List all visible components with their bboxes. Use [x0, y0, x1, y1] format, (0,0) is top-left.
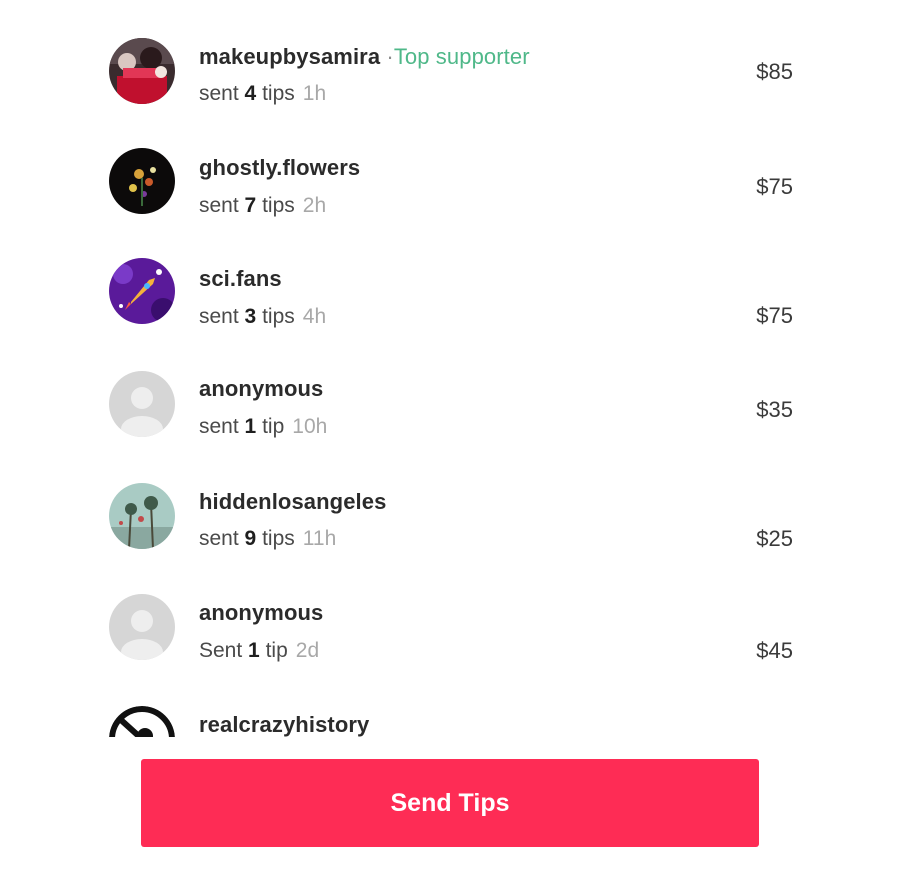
rocket-avatar[interactable] [109, 258, 175, 324]
tip-summary: sent 9 tips 11h [199, 527, 336, 551]
tip-amount: $35 [756, 397, 793, 422]
default-user-avatar[interactable] [109, 594, 175, 660]
tip-count: 7 [244, 194, 257, 217]
makeup-photo-avatar[interactable] [109, 38, 175, 104]
send-tips-button[interactable]: Send Tips [141, 759, 759, 847]
sent-label: sent [199, 527, 239, 550]
sent-label: sent [199, 194, 239, 217]
tip-summary: Sent 1 tip 2d [199, 639, 319, 663]
tip-summary: sent 3 tips 4h [199, 305, 326, 329]
tip-word: tip [265, 639, 288, 662]
tip-count: 3 [244, 305, 257, 328]
username[interactable]: anonymous [199, 376, 323, 402]
tip-word: tips [262, 82, 295, 105]
tip-count: 1 [244, 415, 257, 438]
list-item[interactable]: ghostly.flowers sent 7 tips 2h $75 [0, 137, 900, 227]
list-item[interactable]: hiddenlosangeles sent 9 tips 11h $25 [0, 471, 900, 561]
sent-label: sent [199, 82, 239, 105]
tip-amount: $75 [756, 303, 793, 328]
history-logo-avatar[interactable] [109, 706, 175, 737]
flowers-photo-avatar[interactable] [109, 148, 175, 214]
timestamp: 4h [302, 305, 327, 328]
tip-amount: $45 [756, 638, 793, 663]
username[interactable]: sci.fans [199, 266, 282, 292]
username[interactable]: makeupbysamira ·Top supporter [199, 44, 530, 70]
timestamp: 1h [302, 82, 327, 105]
username[interactable]: hiddenlosangeles [199, 489, 386, 515]
list-item[interactable]: anonymous sent 1 tip 10h $35 [0, 359, 900, 449]
top-supporter-badge: Top supporter [393, 44, 530, 69]
tip-amount: $75 [756, 174, 793, 199]
palm-trees-photo-avatar[interactable] [109, 483, 175, 549]
username[interactable]: anonymous [199, 600, 323, 626]
tip-word: tips [262, 194, 295, 217]
tip-word: tips [262, 527, 295, 550]
tip-summary: sent 4 tips 1h [199, 82, 326, 106]
tip-amount: $85 [756, 59, 793, 84]
tip-count: 4 [244, 82, 257, 105]
tip-amount: $25 [756, 526, 793, 551]
tip-summary: sent 7 tips 2h [199, 194, 326, 218]
list-item[interactable]: realcrazyhistory [0, 695, 900, 737]
tip-word: tip [262, 415, 285, 438]
username[interactable]: ghostly.flowers [199, 155, 360, 181]
tip-count: 9 [244, 527, 257, 550]
list-item[interactable]: makeupbysamira ·Top supporter sent 4 tip… [0, 25, 900, 115]
default-user-avatar[interactable] [109, 371, 175, 437]
sent-label: sent [199, 415, 239, 438]
username-text[interactable]: makeupbysamira [199, 44, 380, 69]
timestamp: 10h [292, 415, 328, 438]
username[interactable]: realcrazyhistory [199, 712, 369, 737]
sent-label: sent [199, 305, 239, 328]
badge-separator: · [386, 44, 394, 69]
tips-list: makeupbysamira ·Top supporter sent 4 tip… [0, 0, 900, 737]
timestamp: 11h [302, 527, 337, 550]
tip-count: 1 [248, 639, 260, 662]
tip-summary: sent 1 tip 10h [199, 415, 327, 439]
timestamp: 2h [302, 194, 327, 217]
tip-word: tips [262, 305, 295, 328]
list-item[interactable]: sci.fans sent 3 tips 4h $75 [0, 248, 900, 338]
sent-label: Sent [199, 639, 243, 662]
timestamp: 2d [295, 639, 320, 662]
list-item[interactable]: anonymous Sent 1 tip 2d $45 [0, 583, 900, 673]
